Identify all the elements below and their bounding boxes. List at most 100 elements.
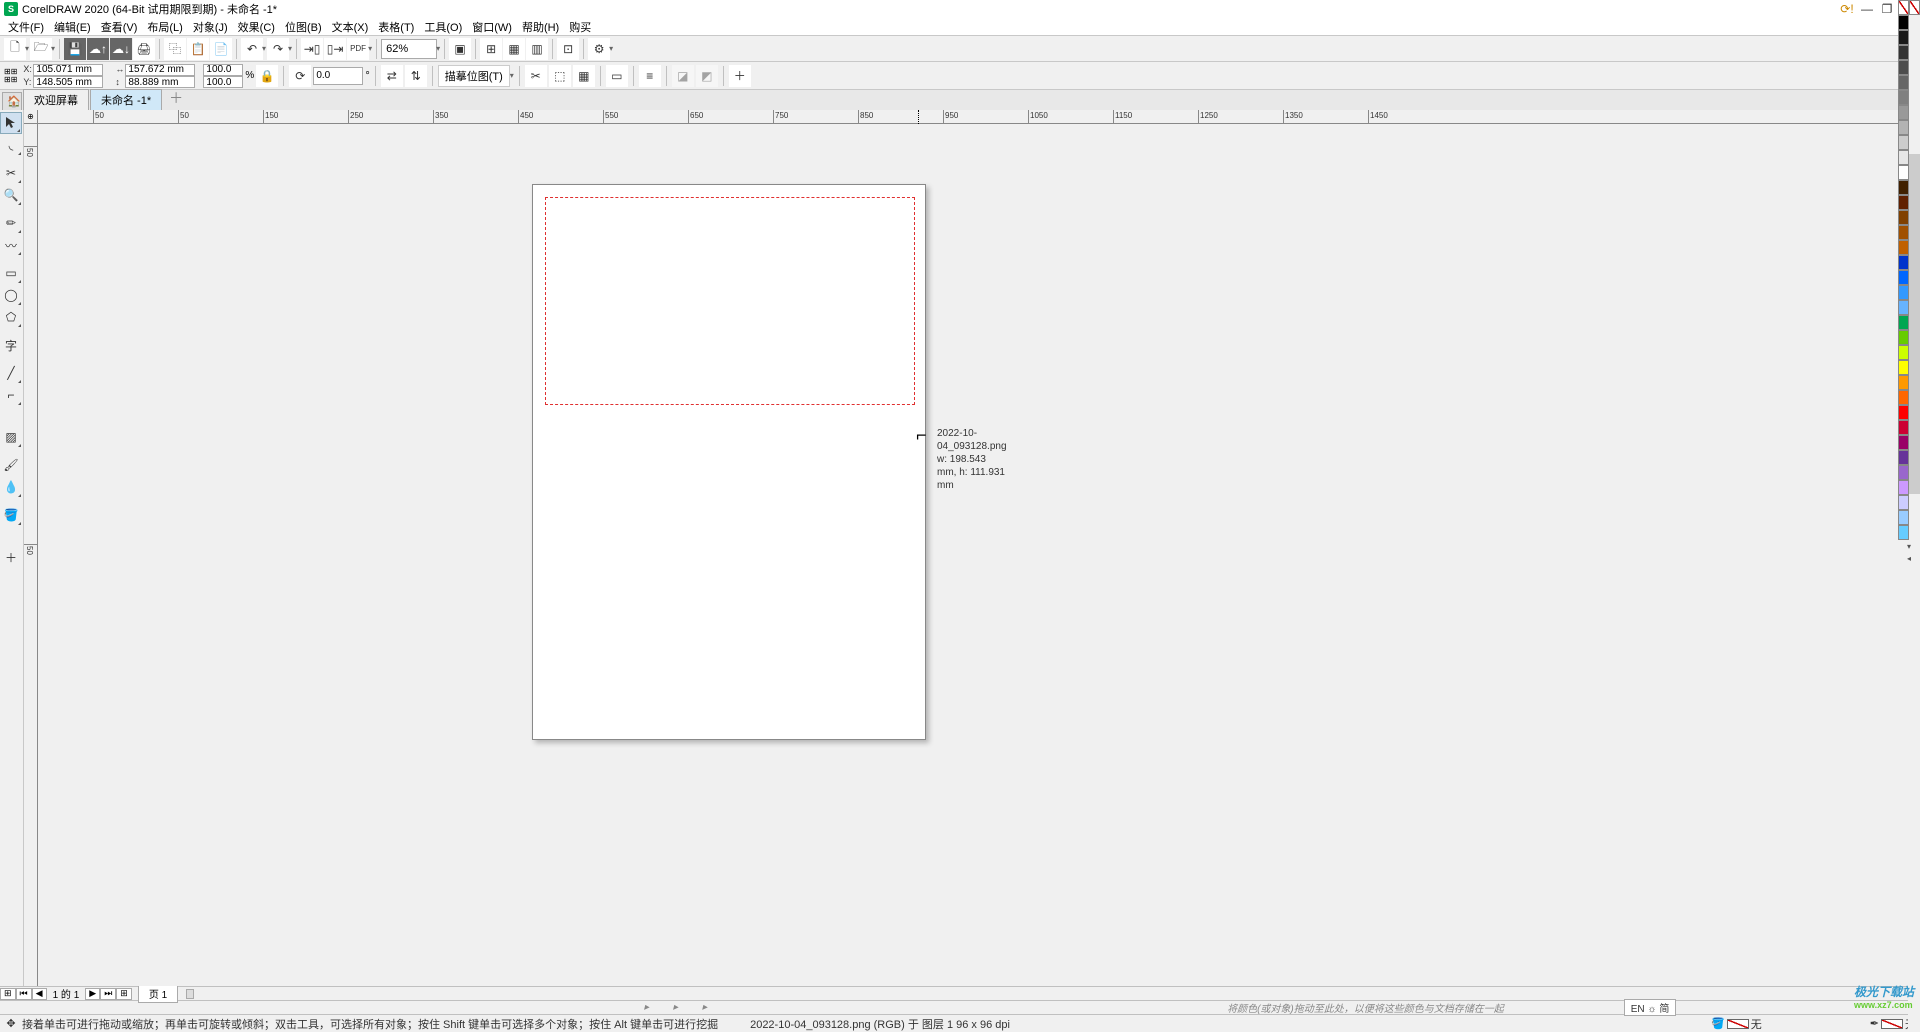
docker-arrow-icon-3[interactable]: ▸: [702, 1002, 707, 1013]
vertical-ruler[interactable]: 5050: [24, 124, 38, 986]
palette-expand[interactable]: ◂: [1898, 552, 1920, 564]
color-swatch[interactable]: [1898, 435, 1909, 450]
selection-marquee[interactable]: [545, 197, 915, 405]
color-swatch[interactable]: [1898, 360, 1909, 375]
eyedropper-tool[interactable]: 💧: [0, 476, 22, 498]
color-swatch[interactable]: [1898, 90, 1909, 105]
color-swatch[interactable]: [1898, 405, 1909, 420]
color-swatch[interactable]: [1898, 300, 1909, 315]
color-swatch[interactable]: [1898, 450, 1909, 465]
parallel-dimension-tool[interactable]: ╱: [0, 362, 22, 384]
color-swatch[interactable]: [1898, 210, 1909, 225]
export-button[interactable]: ▯⇥: [324, 38, 346, 60]
menu-effect[interactable]: 效果(C): [234, 18, 279, 36]
cloud-download-button[interactable]: ☁↓: [110, 38, 132, 60]
horizontal-scrollbar[interactable]: [186, 989, 1920, 999]
swatch-none-2[interactable]: [1909, 0, 1920, 15]
scale-x-input[interactable]: [203, 64, 243, 76]
welcome-tab[interactable]: 欢迎屏幕: [23, 89, 89, 110]
order-back-button[interactable]: ◩: [696, 65, 718, 87]
cloud-upload-button[interactable]: ☁↑: [87, 38, 109, 60]
color-swatch[interactable]: [1898, 270, 1909, 285]
options-button[interactable]: ⚙: [588, 38, 610, 60]
prev-page-button[interactable]: ◀: [32, 988, 47, 1000]
horizontal-ruler[interactable]: 5050150250350450550650750850950105011501…: [38, 110, 1920, 124]
color-swatch[interactable]: [1898, 285, 1909, 300]
snap-button[interactable]: ⊡: [557, 38, 579, 60]
menu-layout[interactable]: 布局(L): [143, 18, 186, 36]
palette-scroll-down[interactable]: ▾: [1898, 540, 1920, 552]
menu-edit[interactable]: 编辑(E): [50, 18, 95, 36]
next-page-button[interactable]: ▶: [85, 988, 100, 1000]
mirror-v-button[interactable]: ⇅: [405, 65, 427, 87]
print-button[interactable]: 🖨: [133, 38, 155, 60]
color-swatch[interactable]: [1898, 105, 1909, 120]
color-swatch[interactable]: [1898, 165, 1909, 180]
rectangle-tool[interactable]: ▭: [0, 262, 22, 284]
maximize-button[interactable]: ❐: [1878, 1, 1896, 17]
show-rulers-button[interactable]: ⊞: [480, 38, 502, 60]
show-grid-button[interactable]: ▦: [503, 38, 525, 60]
save-button[interactable]: 💾: [64, 38, 86, 60]
crop-bitmap-button[interactable]: ⬚: [549, 65, 571, 87]
menu-window[interactable]: 窗口(W): [468, 18, 516, 36]
hscroll-left-arrow[interactable]: [186, 989, 194, 999]
color-swatch[interactable]: [1898, 75, 1909, 90]
x-position-input[interactable]: [33, 64, 103, 76]
show-guidelines-button[interactable]: ▥: [526, 38, 548, 60]
publish-pdf-button[interactable]: PDF: [347, 38, 369, 60]
color-swatch[interactable]: [1898, 420, 1909, 435]
add-page-end-button[interactable]: ⊞: [116, 988, 132, 1000]
add-preset-button[interactable]: ＋: [729, 65, 751, 87]
undo-button[interactable]: ↶: [241, 38, 263, 60]
add-tool-button[interactable]: ＋: [0, 546, 22, 568]
language-indicator[interactable]: EN ☼ 简: [1624, 999, 1677, 1016]
color-swatch[interactable]: [1898, 465, 1909, 480]
resample-button[interactable]: ▦: [573, 65, 595, 87]
open-button[interactable]: 🗁: [30, 38, 52, 60]
docker-arrow-icon-2[interactable]: ▸: [673, 1002, 678, 1013]
crop-tool[interactable]: ✂: [0, 162, 22, 184]
update-notification-icon[interactable]: ⟳!: [1838, 1, 1856, 17]
trace-bitmap-button[interactable]: 描摹位图(T): [438, 65, 510, 87]
mirror-h-button[interactable]: ⇄: [381, 65, 403, 87]
menu-file[interactable]: 文件(F): [4, 18, 48, 36]
width-input[interactable]: [125, 64, 195, 76]
artistic-media-tool[interactable]: 〰: [0, 234, 22, 256]
order-front-button[interactable]: ◪: [672, 65, 694, 87]
color-swatch[interactable]: [1898, 495, 1909, 510]
text-tool[interactable]: 字: [0, 334, 22, 356]
shape-tool[interactable]: ◟: [0, 134, 22, 156]
color-swatch[interactable]: [1898, 345, 1909, 360]
color-swatch[interactable]: [1898, 330, 1909, 345]
import-button[interactable]: ⇥▯: [301, 38, 323, 60]
clipboard-button[interactable]: 📄: [210, 38, 232, 60]
menu-table[interactable]: 表格(T): [374, 18, 418, 36]
color-swatch[interactable]: [1898, 480, 1909, 495]
menu-tools[interactable]: 工具(O): [420, 18, 466, 36]
color-swatch[interactable]: [1898, 195, 1909, 210]
edit-bitmap-button[interactable]: ✂: [525, 65, 547, 87]
color-swatch[interactable]: [1898, 135, 1909, 150]
scale-y-input[interactable]: [203, 76, 243, 88]
polygon-tool[interactable]: ⬠: [0, 306, 22, 328]
transparency-tool[interactable]: 🖌: [0, 454, 22, 476]
add-page-start-button[interactable]: ⊞: [0, 988, 16, 1000]
page[interactable]: ⌐ 2022-10-04_093128.png w: 198.543 mm, h…: [532, 184, 926, 740]
minimize-button[interactable]: —: [1858, 1, 1876, 17]
color-swatch[interactable]: [1898, 120, 1909, 135]
color-swatch[interactable]: [1898, 375, 1909, 390]
color-swatch[interactable]: [1898, 525, 1909, 540]
pick-tool[interactable]: [0, 112, 22, 134]
page-tab[interactable]: 页 1: [138, 984, 178, 1003]
menu-help[interactable]: 帮助(H): [518, 18, 563, 36]
lock-ratio-button[interactable]: 🔒: [256, 65, 278, 87]
swatch-none[interactable]: [1898, 0, 1909, 15]
fill-indicator[interactable]: 🪣 无: [1711, 1016, 1762, 1032]
copy-button[interactable]: ⿻: [164, 38, 186, 60]
align-button[interactable]: ≡: [639, 65, 661, 87]
color-swatch[interactable]: [1898, 45, 1909, 60]
interactive-fill-tool[interactable]: 🪣: [0, 504, 22, 526]
color-swatch[interactable]: [1898, 225, 1909, 240]
color-swatch[interactable]: [1898, 510, 1909, 525]
